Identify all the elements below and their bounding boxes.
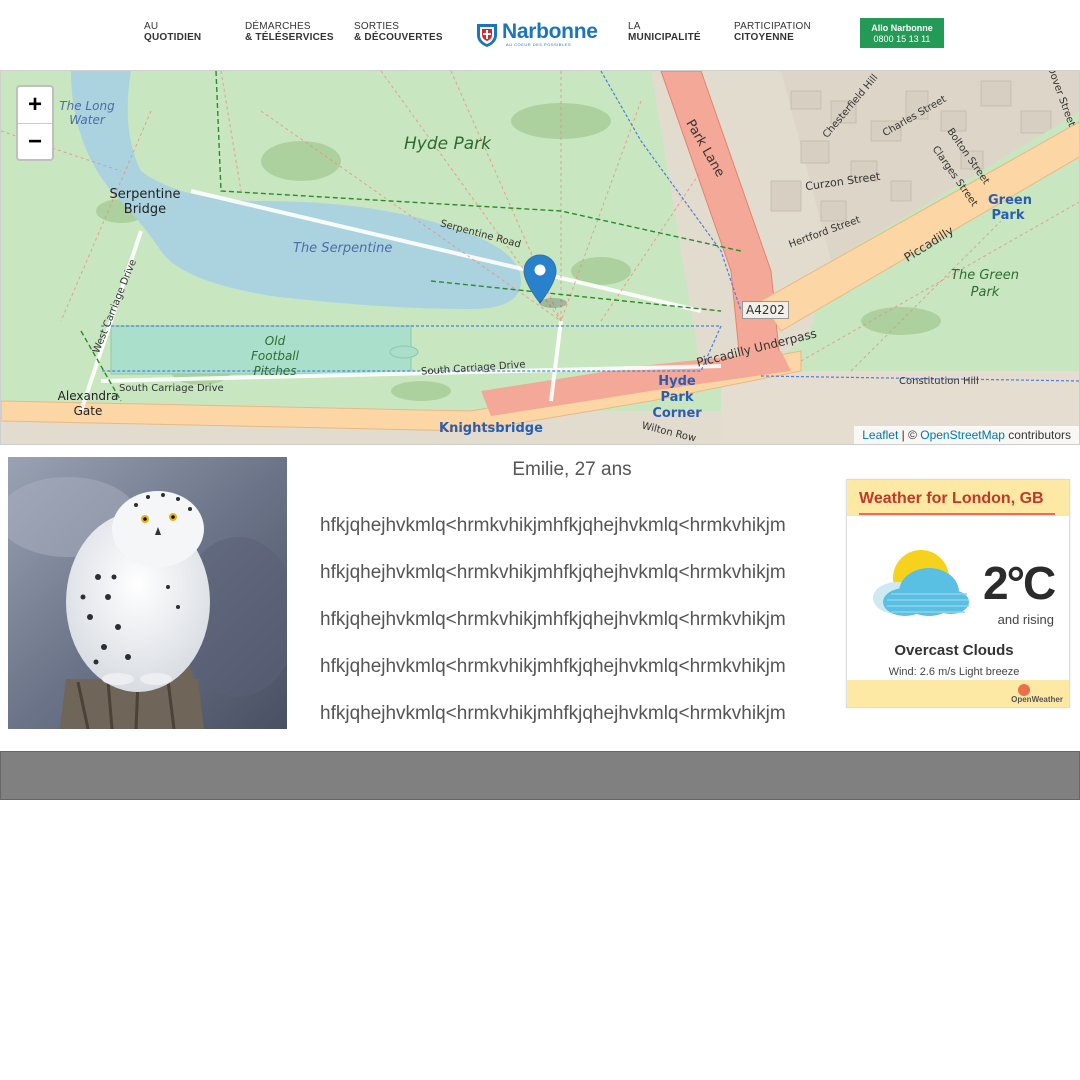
nav-demarches[interactable]: DÉMARCHES & TÉLÉSERVICES (245, 21, 334, 43)
site-header: AU QUOTIDIEN DÉMARCHES & TÉLÉSERVICES SO… (0, 0, 1080, 71)
allo-phone: 0800 15 13 11 (873, 34, 931, 44)
nav-line2: QUOTIDIEN (144, 32, 202, 43)
leaflet-link[interactable]: Leaflet (862, 428, 898, 442)
narbonne-logo[interactable]: Narbonne AU COEUR DES POSSIBLES (476, 20, 598, 50)
openstreetmap-link[interactable]: OpenStreetMap (920, 428, 1005, 442)
attribution-separator: | © (898, 428, 921, 442)
text-line: hfkjqhejhvkmlq<hrmkvhikjmhfkjqhejhvkmlq<… (320, 515, 786, 536)
logo-tagline: AU COEUR DES POSSIBLES (506, 42, 572, 47)
weather-footer: OpenWeather (847, 680, 1069, 707)
map-label: Hyde Park (404, 134, 492, 154)
weather-temperature: 2°C (983, 557, 1056, 609)
attribution-suffix: contributors (1004, 428, 1071, 442)
allo-title: Allo Narbonne (871, 23, 933, 33)
weather-trend: and rising (997, 612, 1054, 627)
zoom-control: + − (16, 85, 54, 161)
zoom-in-button[interactable]: + (18, 87, 52, 124)
shield-icon (477, 24, 497, 47)
map-label: Serpentine Bridge (109, 187, 181, 217)
map-label: The Serpentine (293, 241, 393, 256)
map-label: Knightsbridge (439, 421, 543, 436)
text-line: hfkjqhejhvkmlq<hrmkvhikjmhfkjqhejhvkmlq<… (320, 562, 786, 583)
weather-widget[interactable]: Weather for London, GB 2°C and rising Ov… (846, 479, 1070, 708)
allo-narbonne-button[interactable]: Allo Narbonne 0800 15 13 11 (860, 18, 944, 48)
map-label: Hyde Park Corner (652, 374, 702, 421)
map-container[interactable]: The Long Water Hyde Park Serpentine Brid… (0, 70, 1080, 445)
nav-participation[interactable]: PARTICIPATION CITOYENNE (734, 21, 811, 43)
openweather-brand: OpenWeather (1011, 695, 1063, 704)
map-label: Constitution Hill (899, 376, 979, 387)
map-label: Old Football Pitches (251, 334, 299, 378)
logo-name: Narbonne (502, 20, 598, 43)
map-attribution: Leaflet | © OpenStreetMap contributors (854, 426, 1079, 444)
overcast-cloud-icon (873, 550, 969, 616)
nav-au-quotidien[interactable]: AU QUOTIDIEN (144, 21, 201, 43)
weather-description: Overcast Clouds (894, 642, 1014, 659)
weather-wind: Wind: 2.6 m/s Light breeze (888, 666, 1020, 678)
map-label: Green Park (988, 193, 1032, 223)
text-line: hfkjqhejhvkmlq<hrmkvhikjmhfkjqhejhvkmlq<… (320, 703, 786, 724)
snowy-owl-image (8, 457, 287, 729)
map-label: The Green Park (951, 268, 1019, 300)
map-label: South Carriage Drive (119, 383, 224, 394)
zoom-out-button[interactable]: − (18, 124, 52, 160)
weather-title: Weather for London, GB (859, 490, 1044, 507)
nav-municipalite[interactable]: LA MUNICIPALITÉ (628, 21, 701, 43)
owl-photo (8, 457, 287, 729)
text-line: hfkjqhejhvkmlq<hrmkvhikjmhfkjqhejhvkmlq<… (320, 609, 786, 630)
nav-line1: PARTICIPATION (734, 21, 811, 32)
map-label: Alexandra Gate (57, 389, 119, 418)
nav-line1: AU (144, 21, 159, 32)
nav-line2: & TÉLÉSERVICES (245, 32, 334, 43)
title-underline (859, 513, 1055, 515)
nav-line2: MUNICIPALITÉ (628, 32, 701, 43)
nav-sorties[interactable]: SORTIES & DÉCOUVERTES (354, 21, 443, 43)
map-label: The Long Water (59, 99, 115, 127)
nav-line2: CITOYENNE (734, 32, 794, 43)
nav-line1: LA (628, 21, 641, 32)
text-line: hfkjqhejhvkmlq<hrmkvhikjmhfkjqhejhvkmlq<… (320, 656, 786, 677)
map-label: A4202 (742, 301, 789, 319)
nav-line2: & DÉCOUVERTES (354, 32, 443, 43)
nav-line1: SORTIES (354, 21, 400, 32)
profile-caption: Emilie, 27 ans (512, 459, 632, 480)
footer-bar (0, 751, 1080, 800)
nav-line1: DÉMARCHES (245, 21, 311, 32)
